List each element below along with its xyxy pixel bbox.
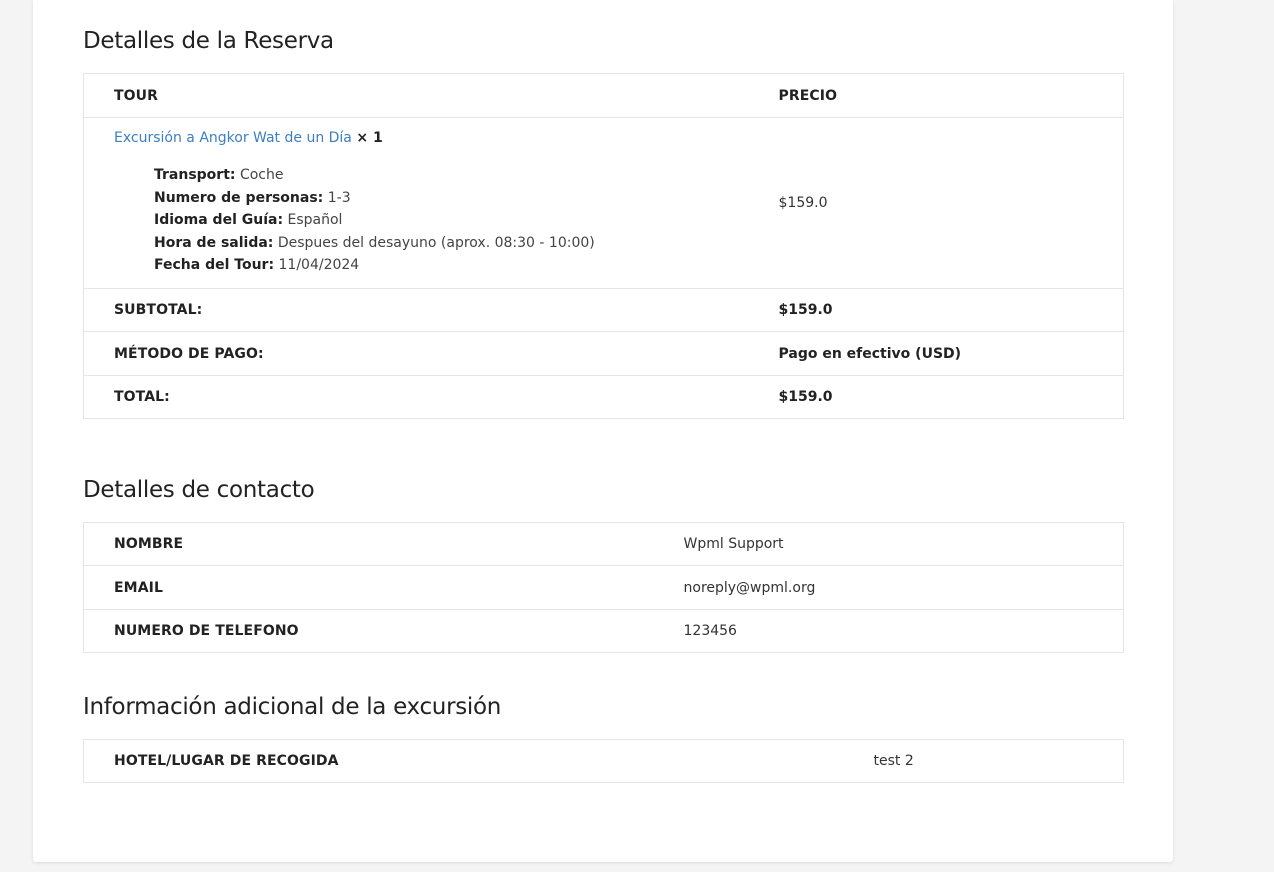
contact-email-label: EMAIL: [83, 565, 684, 610]
contact-phone-value: 123456: [683, 609, 1124, 653]
contact-phone-label: NUMERO DE TELEFONO: [83, 609, 684, 653]
booking-table: TOUR PRECIO Excursión a Angkor Wat de un…: [83, 73, 1124, 419]
meta-guide-language: Idioma del Guía: Español: [154, 212, 343, 228]
pickup-value: test 2: [873, 739, 1124, 783]
contact-row-name: NOMBRE Wpml Support: [83, 522, 1124, 566]
booking-section: Detalles de la Reserva: [83, 26, 1123, 56]
meta-transport: Transport: Coche: [154, 167, 284, 183]
total-value: $159.0: [778, 375, 1124, 419]
tour-item-row: Excursión a Angkor Wat de un Día × 1 Tra…: [83, 117, 1124, 289]
contact-name-label: NOMBRE: [83, 522, 684, 566]
contact-section: Detalles de contacto: [83, 475, 1123, 505]
tour-column-header: TOUR: [83, 73, 779, 118]
contact-row-email: EMAIL noreply@wpml.org: [83, 565, 1124, 610]
pickup-row: HOTEL/LUGAR DE RECOGIDA test 2: [83, 739, 1124, 783]
contact-table-wrap: NOMBRE Wpml Support EMAIL noreply@wpml.o…: [83, 522, 1124, 653]
additional-table: HOTEL/LUGAR DE RECOGIDA test 2: [83, 739, 1124, 783]
price-column-header: PRECIO: [778, 73, 1124, 118]
meta-departure-time: Hora de salida: Despues del desayuno (ap…: [154, 234, 595, 251]
tour-price: $159.0: [778, 117, 1124, 289]
total-label: TOTAL:: [83, 375, 779, 419]
contact-row-phone: NUMERO DE TELEFONO 123456: [83, 609, 1124, 653]
additional-title: Información adicional de la excursión: [83, 694, 502, 720]
tour-quantity: × 1: [356, 130, 383, 146]
subtotal-value: $159.0: [778, 288, 1124, 332]
booking-details-card: Detalles de la Reserva TOUR PRECIO Excur…: [33, 0, 1173, 862]
contact-title: Detalles de contacto: [83, 477, 315, 503]
tour-link[interactable]: Excursión a Angkor Wat de un Día: [114, 130, 352, 146]
additional-section: Información adicional de la excursión: [83, 692, 1123, 722]
additional-table-wrap: HOTEL/LUGAR DE RECOGIDA test 2: [83, 739, 1124, 783]
contact-email-value: noreply@wpml.org: [683, 565, 1124, 610]
payment-method-value: Pago en efectivo (USD): [778, 331, 1124, 376]
booking-table-header: TOUR PRECIO: [83, 73, 1124, 118]
subtotal-label: SUBTOTAL:: [83, 288, 779, 332]
booking-table-wrap: TOUR PRECIO Excursión a Angkor Wat de un…: [83, 73, 1124, 419]
subtotal-row: SUBTOTAL: $159.0: [83, 288, 1124, 332]
pickup-label: HOTEL/LUGAR DE RECOGIDA: [83, 739, 874, 783]
payment-method-label: MÉTODO DE PAGO:: [83, 331, 779, 376]
tour-meta-list: Transport: Coche Numero de personas: 1-3…: [154, 164, 779, 277]
booking-title: Detalles de la Reserva: [83, 28, 334, 54]
tour-item-cell: Excursión a Angkor Wat de un Día × 1 Tra…: [83, 117, 779, 289]
contact-name-value: Wpml Support: [683, 522, 1124, 566]
meta-tour-date: Fecha del Tour: 11/04/2024: [154, 257, 360, 273]
payment-method-row: MÉTODO DE PAGO: Pago en efectivo (USD): [83, 331, 1124, 376]
meta-persons: Numero de personas: 1-3: [154, 189, 351, 206]
contact-table: NOMBRE Wpml Support EMAIL noreply@wpml.o…: [83, 522, 1124, 653]
total-row: TOTAL: $159.0: [83, 375, 1124, 419]
